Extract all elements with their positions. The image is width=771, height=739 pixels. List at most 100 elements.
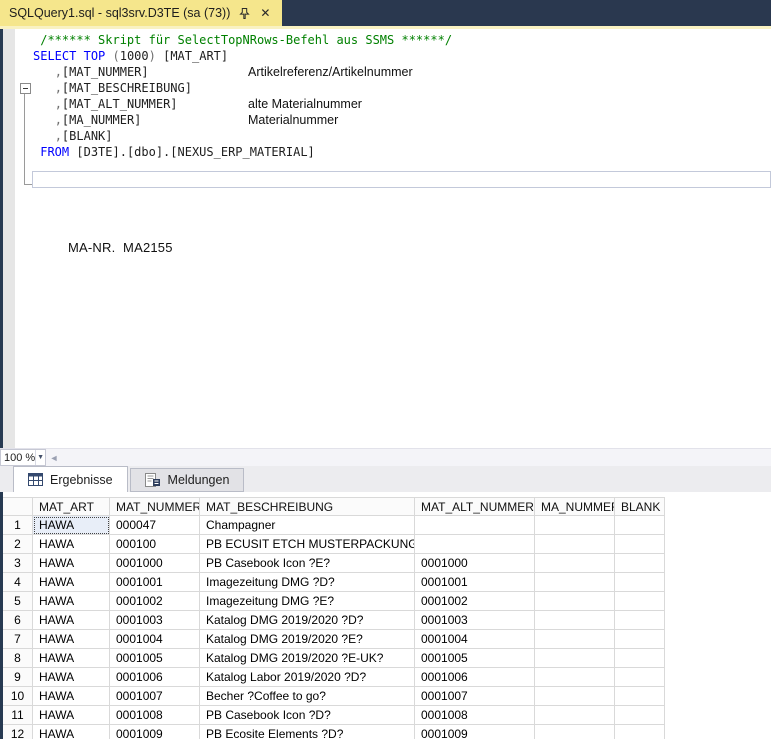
row-header[interactable]: 12: [3, 725, 33, 739]
row-header[interactable]: 2: [3, 535, 33, 554]
scrollbar-track[interactable]: [62, 449, 771, 466]
tab-meldungen[interactable]: Meldungen: [130, 468, 245, 492]
grid-cell[interactable]: [615, 592, 665, 611]
column-header-blank[interactable]: BLANK: [615, 497, 665, 516]
grid-cell[interactable]: Becher ?Coffee to go?: [200, 687, 415, 706]
grid-cell[interactable]: Katalog DMG 2019/2020 ?D?: [200, 611, 415, 630]
grid-cell[interactable]: [615, 649, 665, 668]
grid-cell[interactable]: 0001001: [415, 573, 535, 592]
grid-cell[interactable]: HAWA: [33, 535, 110, 554]
column-header-mat_art[interactable]: MAT_ART: [33, 497, 110, 516]
grid-cell[interactable]: [535, 687, 615, 706]
grid-cell[interactable]: 000047: [110, 516, 200, 535]
row-header[interactable]: 10: [3, 687, 33, 706]
grid-cell[interactable]: 0001006: [415, 668, 535, 687]
grid-cell[interactable]: [615, 573, 665, 592]
column-header-mat_nummer[interactable]: MAT_NUMMER: [110, 497, 200, 516]
row-header[interactable]: 9: [3, 668, 33, 687]
grid-cell[interactable]: HAWA: [33, 630, 110, 649]
column-header-mat_beschreibung[interactable]: MAT_BESCHREIBUNG: [200, 497, 415, 516]
grid-cell[interactable]: 0001006: [110, 668, 200, 687]
pin-icon[interactable]: [237, 6, 251, 20]
editor-horizontal-scrollbar[interactable]: ◄: [46, 449, 771, 466]
grid-cell[interactable]: HAWA: [33, 649, 110, 668]
grid-cell[interactable]: [535, 706, 615, 725]
tab-ergebnisse[interactable]: Ergebnisse: [13, 466, 128, 492]
grid-cell[interactable]: [535, 554, 615, 573]
grid-cell[interactable]: [535, 516, 615, 535]
column-header-mat_alt_nummer[interactable]: MAT_ALT_NUMMER: [415, 497, 535, 516]
grid-cell[interactable]: HAWA: [33, 554, 110, 573]
grid-cell[interactable]: HAWA: [33, 611, 110, 630]
grid-cell[interactable]: 0001000: [110, 554, 200, 573]
grid-cell[interactable]: [615, 535, 665, 554]
grid-cell[interactable]: 0001005: [110, 649, 200, 668]
grid-cell[interactable]: [415, 535, 535, 554]
grid-cell[interactable]: PB Ecosite Elements ?D?: [200, 725, 415, 739]
grid-cell[interactable]: [615, 687, 665, 706]
grid-cell[interactable]: [535, 535, 615, 554]
grid-cell[interactable]: 0001004: [415, 630, 535, 649]
grid-cell[interactable]: 0001009: [110, 725, 200, 739]
grid-cell[interactable]: HAWA: [33, 687, 110, 706]
grid-cell[interactable]: 0001001: [110, 573, 200, 592]
column-header-ma_nummer[interactable]: MA_NUMMER: [535, 497, 615, 516]
grid-cell[interactable]: Katalog Labor 2019/2020 ?D?: [200, 668, 415, 687]
grid-cell[interactable]: HAWA: [33, 668, 110, 687]
grid-cell[interactable]: HAWA: [33, 725, 110, 739]
sql-editor[interactable]: /****** Skript für SelectTopNRows-Befehl…: [0, 29, 771, 448]
grid-cell[interactable]: 0001008: [415, 706, 535, 725]
grid-cell[interactable]: [535, 630, 615, 649]
grid-cell[interactable]: 0001000: [415, 554, 535, 573]
grid-cell[interactable]: HAWA: [33, 592, 110, 611]
grid-cell[interactable]: [535, 573, 615, 592]
row-header[interactable]: 6: [3, 611, 33, 630]
grid-cell[interactable]: [535, 649, 615, 668]
grid-cell[interactable]: Imagezeitung DMG ?D?: [200, 573, 415, 592]
scroll-left-icon[interactable]: ◄: [46, 449, 62, 466]
grid-cell[interactable]: [615, 725, 665, 739]
row-header[interactable]: 11: [3, 706, 33, 725]
row-header[interactable]: 1: [3, 516, 33, 535]
grid-cell[interactable]: 0001009: [415, 725, 535, 739]
grid-cell[interactable]: Katalog DMG 2019/2020 ?E?: [200, 630, 415, 649]
grid-cell[interactable]: PB Casebook Icon ?D?: [200, 706, 415, 725]
grid-cell[interactable]: 0001008: [110, 706, 200, 725]
grid-cell[interactable]: 0001005: [415, 649, 535, 668]
grid-cell[interactable]: 0001004: [110, 630, 200, 649]
grid-cell[interactable]: [615, 630, 665, 649]
grid-cell[interactable]: [615, 554, 665, 573]
grid-cell[interactable]: [535, 668, 615, 687]
grid-cell[interactable]: [535, 725, 615, 739]
grid-cell[interactable]: Imagezeitung DMG ?E?: [200, 592, 415, 611]
grid-cell[interactable]: HAWA: [33, 706, 110, 725]
grid-cell[interactable]: [415, 516, 535, 535]
grid-cell[interactable]: Katalog DMG 2019/2020 ?E-UK?: [200, 649, 415, 668]
close-icon[interactable]: ✕: [258, 6, 272, 20]
grid-cell[interactable]: [535, 592, 615, 611]
grid-cell[interactable]: 0001003: [415, 611, 535, 630]
grid-cell[interactable]: 0001002: [110, 592, 200, 611]
grid-corner-cell[interactable]: [3, 497, 33, 516]
grid-cell[interactable]: [615, 611, 665, 630]
row-header[interactable]: 8: [3, 649, 33, 668]
row-header[interactable]: 5: [3, 592, 33, 611]
grid-cell[interactable]: PB ECUSIT ETCH MUSTERPACKUNG: [200, 535, 415, 554]
document-tab[interactable]: SQLQuery1.sql - sql3srv.D3TE (sa (73)) ✕: [0, 0, 282, 26]
grid-cell[interactable]: 0001002: [415, 592, 535, 611]
grid-cell[interactable]: [615, 516, 665, 535]
chevron-down-icon[interactable]: ▼: [35, 450, 45, 465]
grid-cell[interactable]: HAWA: [33, 516, 110, 535]
code-collapse-toggle-icon[interactable]: [20, 83, 31, 94]
grid-cell[interactable]: 0001007: [415, 687, 535, 706]
grid-cell[interactable]: [535, 611, 615, 630]
grid-cell[interactable]: PB Casebook Icon ?E?: [200, 554, 415, 573]
grid-cell[interactable]: 000100: [110, 535, 200, 554]
grid-cell[interactable]: Champagner: [200, 516, 415, 535]
editor-zoom-control[interactable]: 100 % ▼: [0, 449, 46, 466]
row-header[interactable]: 7: [3, 630, 33, 649]
grid-cell[interactable]: HAWA: [33, 573, 110, 592]
grid-cell[interactable]: [615, 706, 665, 725]
grid-cell[interactable]: [615, 668, 665, 687]
grid-cell[interactable]: 0001003: [110, 611, 200, 630]
